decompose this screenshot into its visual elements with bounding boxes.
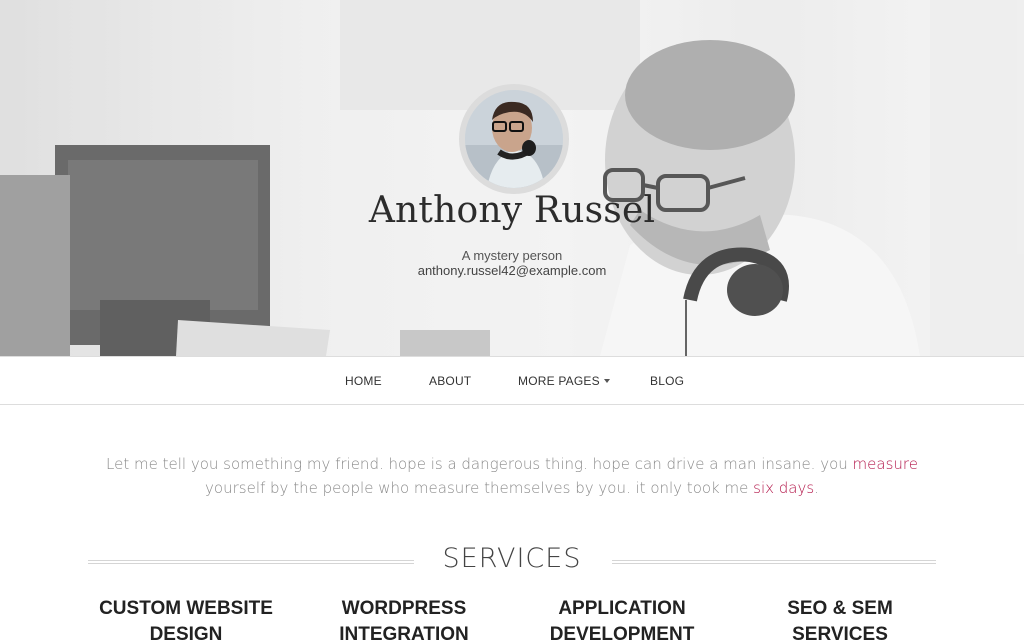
- service-title-line2: SERVICES: [792, 624, 888, 644]
- services-divider-right: [612, 560, 936, 564]
- service-title-line1: SEO & SEM: [787, 598, 893, 619]
- service-wordpress-integration: WORDPRESS INTEGRATION: [294, 596, 514, 644]
- intro-text-3: .: [814, 479, 819, 497]
- avatar: [459, 84, 569, 194]
- avatar-photo: [465, 90, 563, 188]
- intro-link-six-days[interactable]: six days: [753, 479, 814, 497]
- profile-name: Anthony Russel: [368, 190, 656, 231]
- service-title-line2: DESIGN: [149, 624, 223, 644]
- intro-text-2: yourself by the people who measure thems…: [205, 479, 754, 497]
- caret-down-icon: [603, 379, 610, 383]
- nav-item-blog[interactable]: BLOG: [650, 374, 684, 388]
- profile-tagline: A mystery person: [461, 248, 563, 263]
- service-title-line1: WORDPRESS: [341, 598, 467, 619]
- nav-item-more-pages[interactable]: MORE PAGES: [518, 374, 610, 388]
- intro-link-measure[interactable]: measure: [853, 455, 918, 473]
- service-title-line2: INTEGRATION: [339, 624, 469, 644]
- services-heading: SERVICES: [442, 543, 582, 574]
- service-title-line1: CUSTOM WEBSITE: [99, 598, 273, 619]
- service-title-line2: DEVELOPMENT: [549, 624, 695, 644]
- avatar-image: [465, 90, 563, 188]
- intro-paragraph: Let me tell you something my friend. hop…: [100, 452, 924, 500]
- service-seo-sem: SEO & SEM SERVICES: [730, 596, 950, 644]
- service-application-development: APPLICATION DEVELOPMENT: [512, 596, 732, 644]
- service-title-line1: APPLICATION: [558, 598, 686, 619]
- profile-email: anthony.russel42@example.com: [417, 263, 607, 278]
- nav-item-more-pages-label: MORE PAGES: [518, 374, 600, 388]
- nav-item-home[interactable]: HOME: [345, 374, 382, 388]
- nav-item-about[interactable]: ABOUT: [429, 374, 471, 388]
- main-navigation: HOME ABOUT MORE PAGES BLOG: [0, 356, 1024, 405]
- intro-text-1: Let me tell you something my friend. hop…: [106, 455, 853, 473]
- hero-banner: Anthony Russel A mystery person anthony.…: [0, 0, 1024, 356]
- service-custom-website-design: CUSTOM WEBSITE DESIGN: [76, 596, 296, 644]
